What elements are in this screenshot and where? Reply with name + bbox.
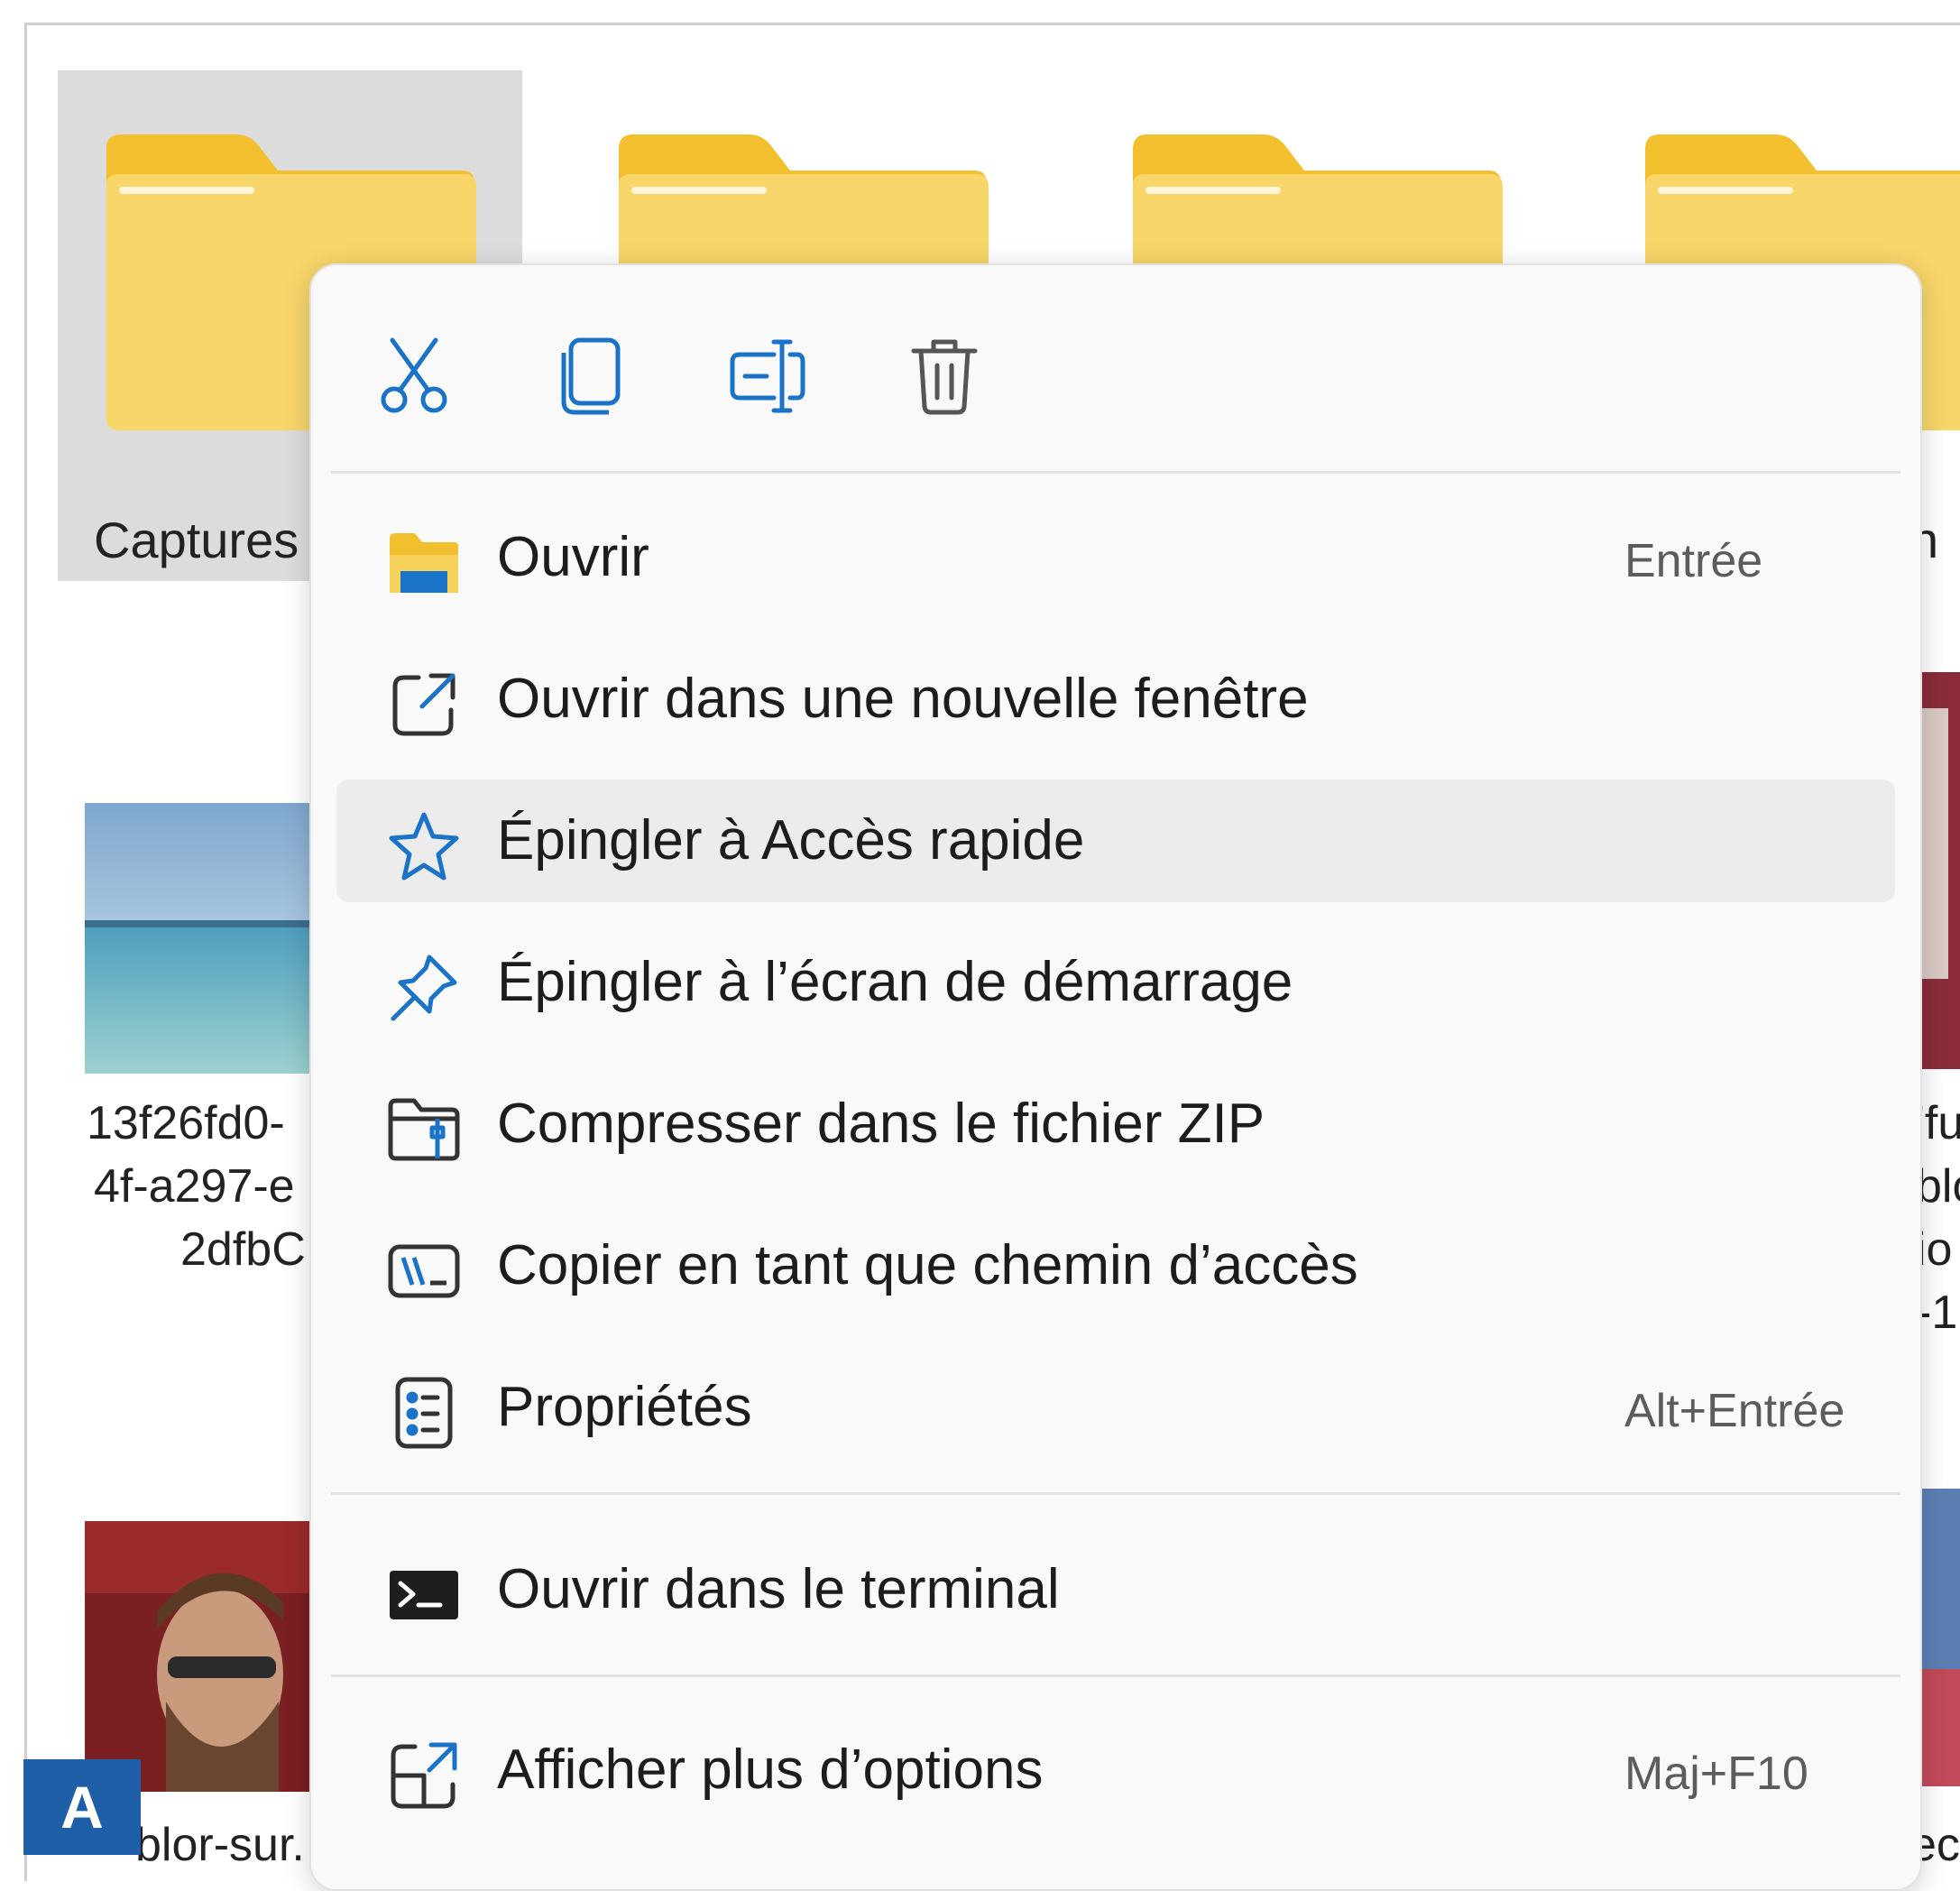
menu-separator bbox=[331, 1492, 1900, 1495]
zip-folder-icon bbox=[383, 1093, 465, 1166]
file-label: 13f26fd0- bbox=[87, 1097, 285, 1149]
partial-file-label: blo bbox=[1916, 1160, 1960, 1213]
context-menu-toolbar bbox=[311, 265, 1920, 471]
menu-item-label: Ouvrir dans le terminal bbox=[497, 1558, 1060, 1620]
menu-item-pin-quick-access[interactable]: Épingler à Accès rapide bbox=[336, 779, 1895, 902]
file-label: blor-sur. bbox=[135, 1819, 305, 1871]
menu-item-copy-path[interactable]: Copier en tant que chemin d’accès bbox=[336, 1204, 1895, 1327]
menu-item-shortcut: Alt+Entrée bbox=[1624, 1385, 1845, 1437]
figure-badge: A bbox=[23, 1759, 141, 1855]
beach-thumbnail[interactable] bbox=[85, 803, 319, 1074]
copy-icon bbox=[561, 337, 621, 415]
menu-item-label: Propriétés bbox=[497, 1376, 752, 1438]
context-menu: Ouvrir Entrée Ouvrir dans une nouvelle f… bbox=[309, 263, 1922, 1891]
menu-item-pin-start[interactable]: Épingler à l’écran de démarrage bbox=[336, 921, 1895, 1044]
copy-path-icon bbox=[383, 1235, 465, 1307]
trash-icon bbox=[911, 339, 978, 415]
menu-item-shortcut: Entrée bbox=[1624, 535, 1763, 587]
menu-item-label: Copier en tant que chemin d’accès bbox=[497, 1234, 1358, 1296]
menu-item-label: Ouvrir bbox=[497, 526, 649, 588]
menu-item-shortcut: Maj+F10 bbox=[1624, 1748, 1808, 1800]
file-label: 4f-a297-е bbox=[94, 1160, 295, 1213]
portrait-thumbnail[interactable] bbox=[85, 1521, 319, 1792]
menu-item-label: Afficher plus d’options bbox=[497, 1739, 1044, 1801]
folder-label: Captures bbox=[94, 512, 299, 568]
menu-separator bbox=[331, 1674, 1900, 1677]
more-options-icon bbox=[383, 1739, 465, 1812]
menu-item-compress-zip[interactable]: Compresser dans le fichier ZIP bbox=[336, 1063, 1895, 1185]
file-label: 2dfbC bbox=[180, 1223, 306, 1276]
folder-open-icon bbox=[383, 527, 465, 599]
copy-button[interactable] bbox=[537, 321, 645, 429]
menu-item-open-terminal[interactable]: Ouvrir dans le terminal bbox=[336, 1528, 1895, 1651]
star-icon bbox=[383, 810, 465, 882]
menu-item-label: Épingler à l’écran de démarrage bbox=[497, 951, 1293, 1013]
terminal-icon bbox=[383, 1559, 465, 1631]
menu-item-label: Compresser dans le fichier ZIP bbox=[497, 1093, 1265, 1155]
menu-item-open[interactable]: Ouvrir Entrée bbox=[336, 496, 1895, 619]
folder-icon[interactable] bbox=[613, 131, 990, 266]
scissors-icon bbox=[381, 337, 447, 413]
menu-item-label: Épingler à Accès rapide bbox=[497, 809, 1085, 872]
rename-button[interactable] bbox=[713, 321, 822, 429]
menu-item-properties[interactable]: Propriétés Alt+Entrée bbox=[336, 1346, 1895, 1469]
menu-separator bbox=[331, 471, 1900, 474]
menu-item-more-options[interactable]: Afficher plus d’options Maj+F10 bbox=[336, 1709, 1895, 1831]
cut-button[interactable] bbox=[360, 321, 468, 429]
rename-icon bbox=[730, 339, 805, 413]
partial-file-label: 'fu bbox=[1916, 1097, 1960, 1149]
new-window-icon bbox=[383, 669, 465, 741]
folder-icon[interactable] bbox=[1127, 131, 1505, 266]
menu-item-open-new-window[interactable]: Ouvrir dans une nouvelle fenêtre bbox=[336, 638, 1895, 761]
pin-icon bbox=[383, 952, 465, 1024]
menu-item-label: Ouvrir dans une nouvelle fenêtre bbox=[497, 668, 1309, 730]
delete-button[interactable] bbox=[890, 321, 998, 429]
properties-icon bbox=[383, 1377, 465, 1449]
